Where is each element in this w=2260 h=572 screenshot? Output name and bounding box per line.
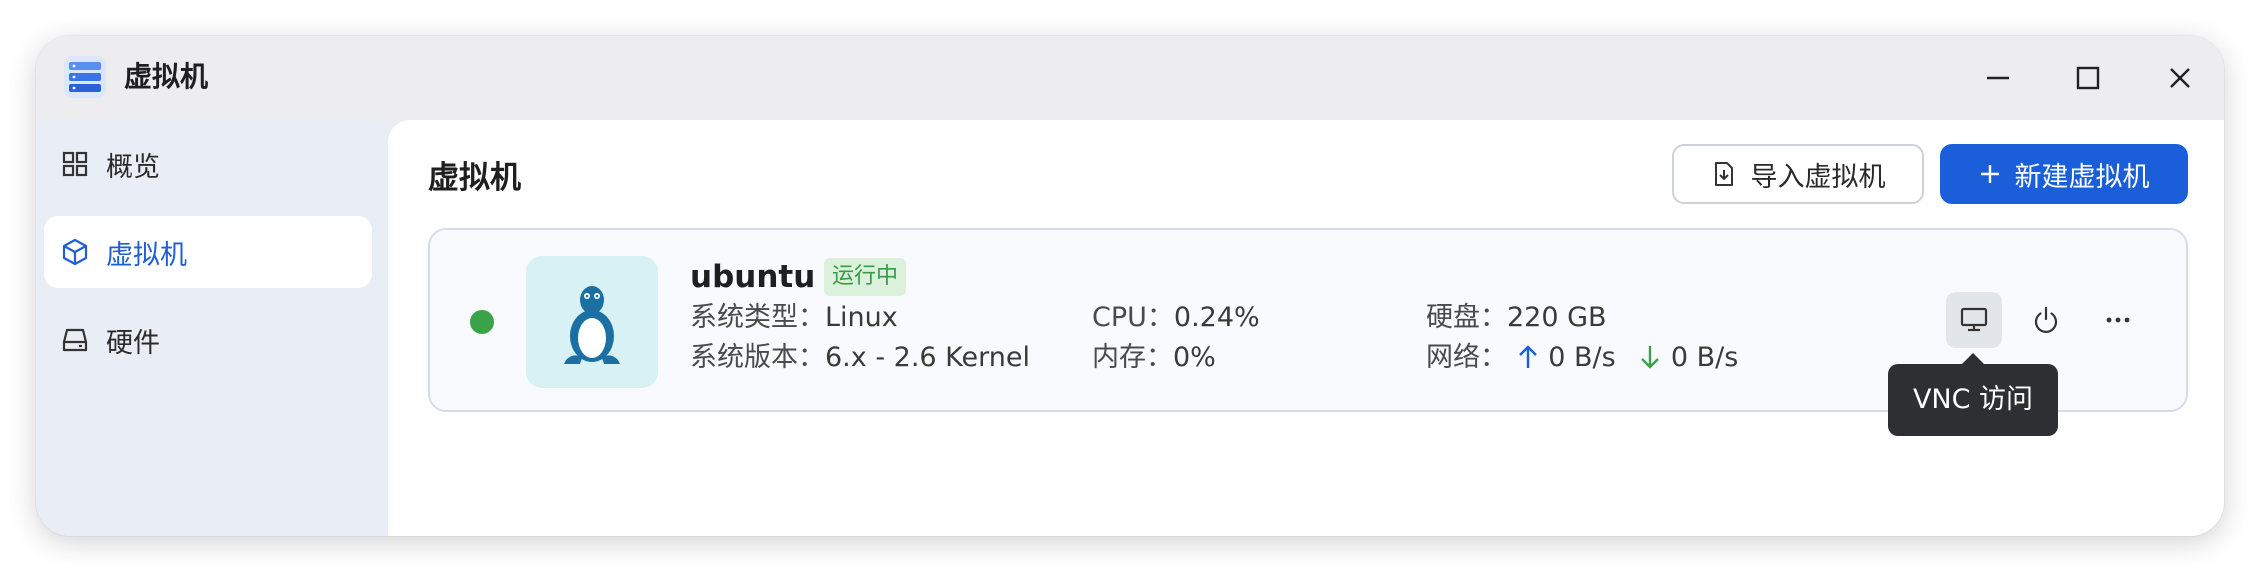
monitor-icon [1960, 307, 1988, 332]
network-down-value: 0 B/s [1670, 342, 1739, 373]
memory-value: 0% [1173, 342, 1216, 373]
sidebar-item-overview[interactable]: 概览 [44, 128, 372, 200]
power-button[interactable] [2018, 292, 2074, 348]
vnc-access-button[interactable] [1946, 292, 2002, 348]
vnc-tooltip: VNC 访问 [1888, 353, 2058, 436]
server-icon [64, 56, 106, 98]
sidebar-item-label: 概览 [106, 151, 160, 183]
page-title: 虚拟机 [428, 160, 521, 196]
file-import-icon [1714, 162, 1733, 186]
sidebar-item-label: 虚拟机 [106, 239, 187, 271]
drive-icon [60, 325, 90, 355]
sidebar-item-hardware[interactable]: 硬件 [44, 304, 372, 376]
more-button[interactable] [2090, 292, 2146, 348]
vm-manager-window: 虚拟机 概览 虚拟机 硬件 虚拟机 导入虚拟机 新建虚拟机 ubuntu 运行中… [36, 36, 2224, 536]
cpu-row: CPU：0.24% [1092, 300, 1260, 336]
sidebar: 概览 虚拟机 硬件 [36, 120, 388, 536]
disk-row: 硬盘：220 GB [1426, 300, 1607, 336]
network-key: 网络： [1426, 342, 1507, 373]
os-version-row: 系统版本：6.x - 2.6 Kernel [690, 340, 1030, 376]
power-icon [2034, 306, 2058, 333]
grid-icon [60, 149, 90, 179]
import-vm-button[interactable]: 导入虚拟机 [1672, 144, 1924, 204]
status-badge: 运行中 [824, 258, 907, 296]
os-type-key: 系统类型： [690, 302, 825, 333]
close-icon [2170, 68, 2190, 88]
cpu-key: CPU： [1092, 302, 1174, 333]
disk-key: 硬盘： [1426, 302, 1507, 333]
os-type-row: 系统类型：Linux [690, 300, 898, 336]
new-vm-label: 新建虚拟机 [2014, 161, 2150, 193]
disk-value: 220 GB [1507, 302, 1607, 333]
import-vm-label: 导入虚拟机 [1750, 161, 1886, 193]
sidebar-item-vms[interactable]: 虚拟机 [44, 216, 372, 288]
running-status-dot [470, 310, 494, 334]
os-type-value: Linux [825, 302, 898, 333]
network-up-value: 0 B/s [1548, 342, 1616, 373]
new-vm-button[interactable]: 新建虚拟机 [1940, 144, 2188, 204]
maximize-button[interactable] [2066, 56, 2110, 100]
more-icon [2106, 317, 2130, 323]
minimize-button[interactable] [1976, 56, 2020, 100]
os-version-value: 6.x - 2.6 Kernel [825, 342, 1030, 373]
memory-row: 内存：0% [1092, 340, 1216, 376]
vm-name: ubuntu [690, 259, 816, 295]
minimize-icon [1987, 76, 2009, 80]
memory-key: 内存： [1092, 342, 1173, 373]
arrow-up-icon [1518, 345, 1537, 368]
arrow-down-icon [1641, 346, 1660, 369]
cube-icon [60, 237, 90, 267]
network-row: 网络： 0 B/s 0 B/s [1426, 340, 1738, 376]
app-title: 虚拟机 [124, 60, 209, 93]
main-panel: 虚拟机 导入虚拟机 新建虚拟机 ubuntu 运行中 系统类型：Linux 系统… [388, 120, 2224, 536]
linux-penguin-icon [526, 256, 658, 388]
maximize-icon [2076, 66, 2100, 90]
os-version-key: 系统版本： [690, 342, 825, 373]
title-bar: 虚拟机 [36, 36, 2224, 120]
close-button[interactable] [2158, 56, 2202, 100]
plus-icon [1980, 165, 1999, 183]
cpu-value: 0.24% [1173, 302, 1260, 333]
sidebar-item-label: 硬件 [106, 327, 160, 359]
